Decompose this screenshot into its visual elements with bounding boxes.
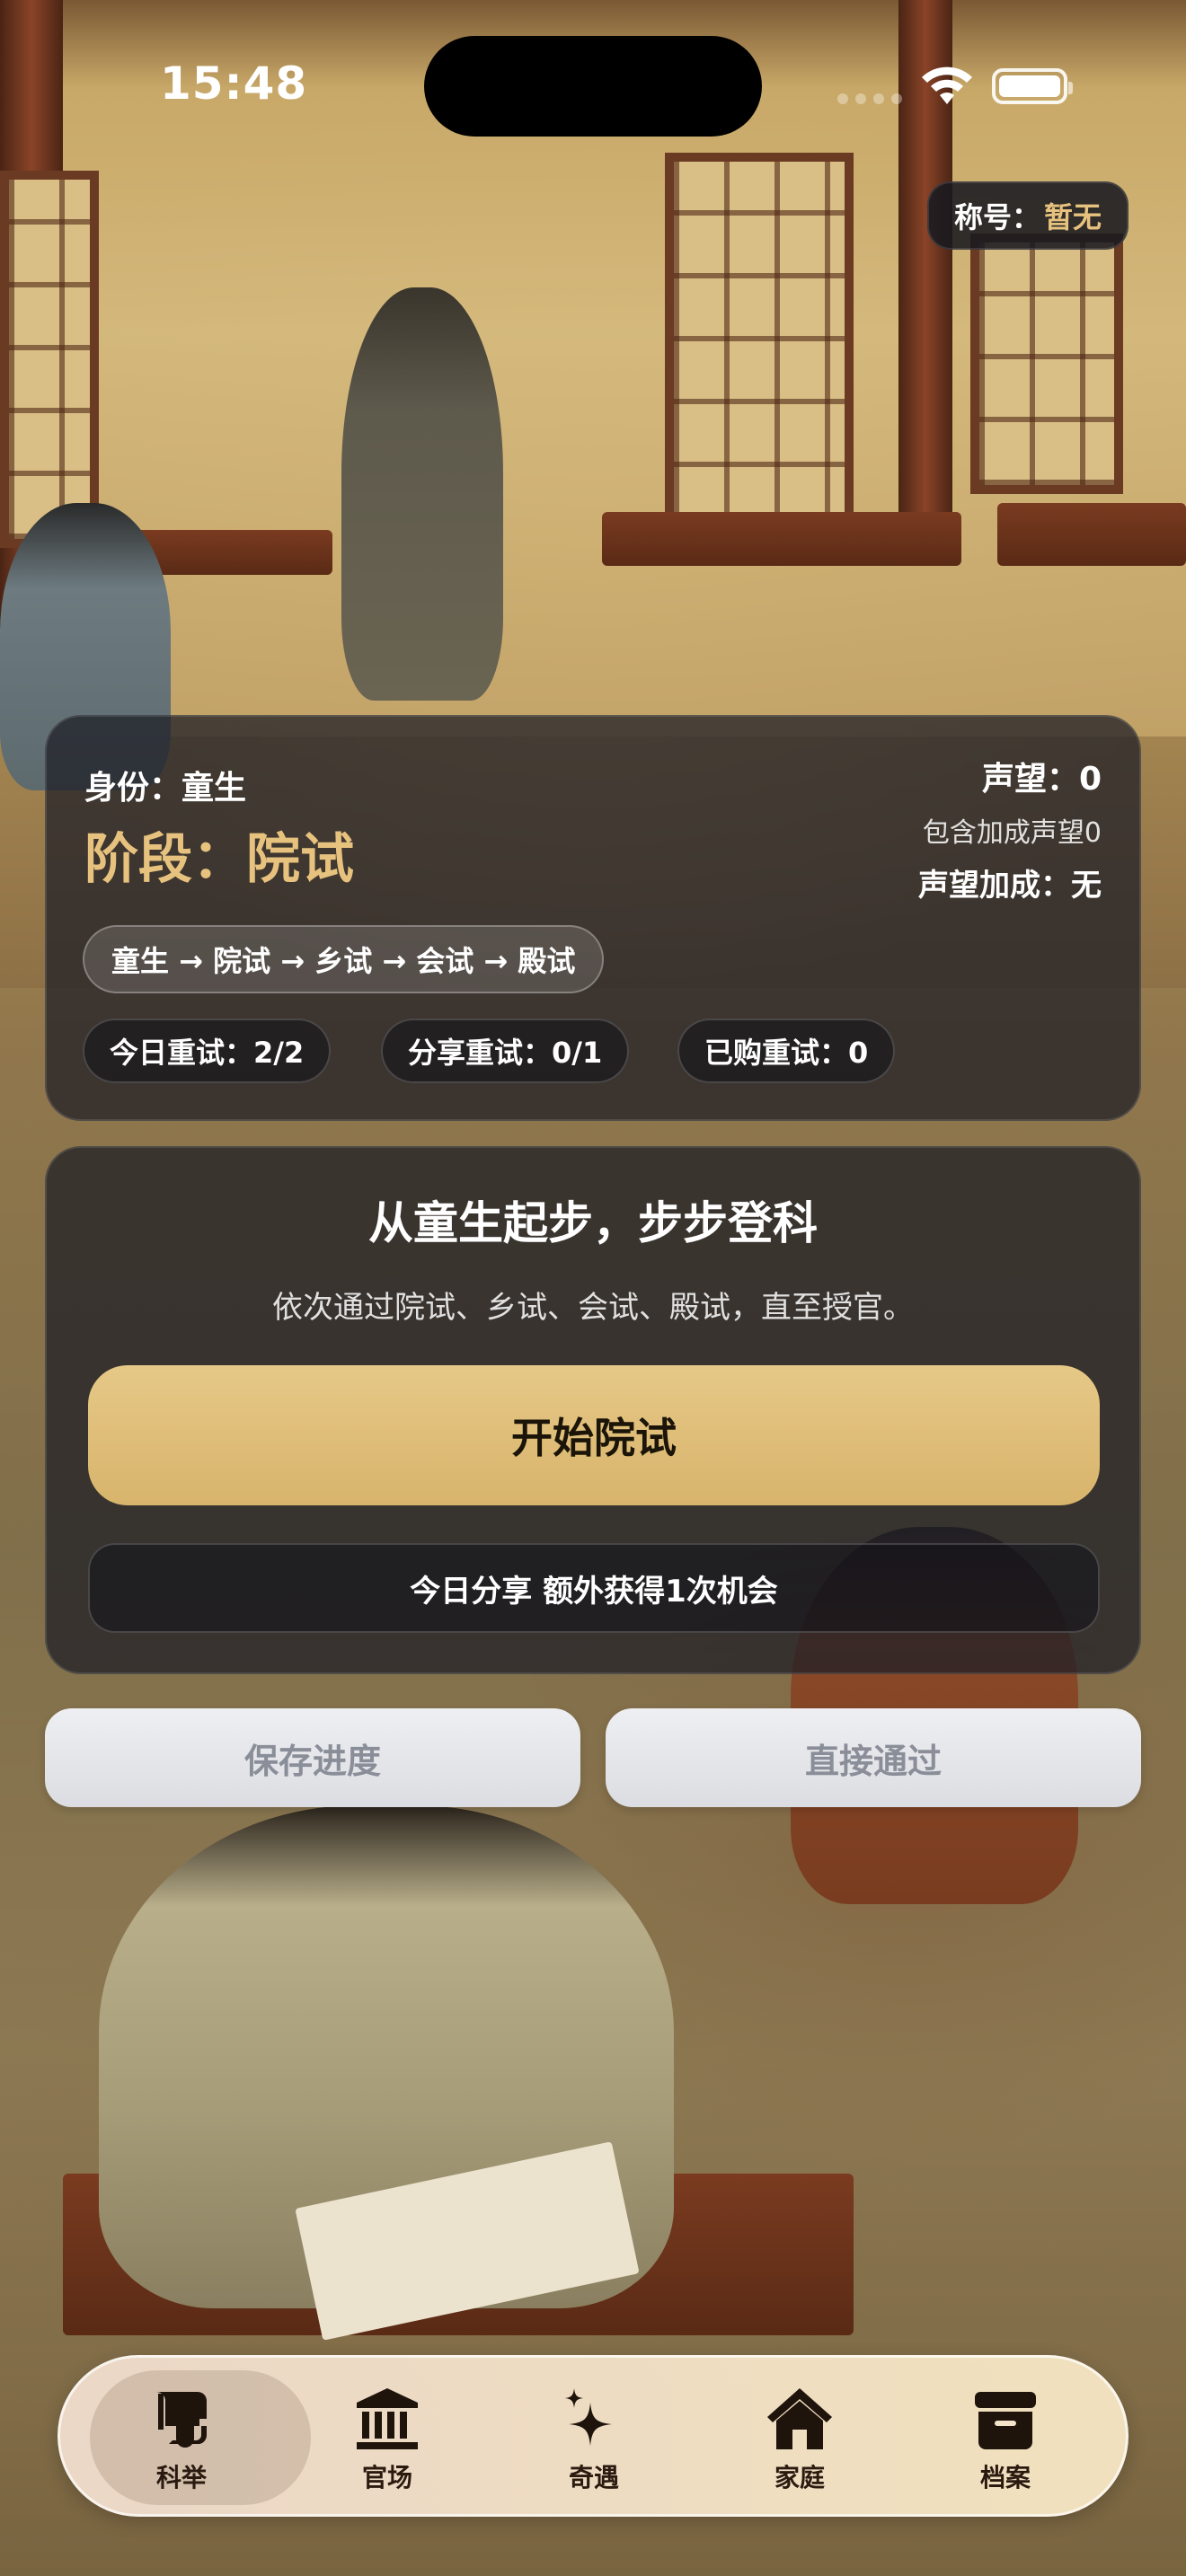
retry-today-chip: 今日重试：2/2 xyxy=(83,1019,332,1083)
home-icon xyxy=(767,2388,832,2449)
background-desk xyxy=(997,503,1186,566)
background-window xyxy=(665,153,854,539)
tab-dangan[interactable]: 档案 xyxy=(907,2358,1104,2519)
background-figure xyxy=(341,287,503,701)
tab-label: 家庭 xyxy=(774,2463,825,2492)
direct-pass-button[interactable]: 直接通过 xyxy=(606,1708,1141,1807)
identity-text: 身份：童生 xyxy=(84,770,247,807)
tab-bar: 科举 官场 奇遇 家庭 档案 xyxy=(58,2355,1128,2517)
scroll-icon xyxy=(156,2392,208,2448)
share-extra-chance-button[interactable]: 今日分享 额外获得1次机会 xyxy=(88,1543,1100,1633)
exam-path-pill: 童生 → 院试 → 乡试 → 会试 → 殿试 xyxy=(83,925,605,993)
status-time: 15:48 xyxy=(160,57,308,110)
tab-label: 科举 xyxy=(155,2463,207,2492)
signal-dots-icon xyxy=(837,93,902,104)
stage-title: 阶段：院试 xyxy=(84,828,354,891)
reputation-text: 声望：0 xyxy=(981,761,1102,798)
reputation-included-text: 包含加成声望0 xyxy=(922,817,1102,849)
tab-jiating[interactable]: 家庭 xyxy=(701,2358,898,2519)
tab-keju[interactable]: 科举 xyxy=(83,2358,311,2519)
background-desk xyxy=(602,512,961,566)
save-progress-button[interactable]: 保存进度 xyxy=(45,1708,580,1807)
tab-qiyu[interactable]: 奇遇 xyxy=(495,2358,693,2519)
tab-label: 奇遇 xyxy=(568,2463,619,2492)
retry-purchased-chip: 已购重试：0 xyxy=(677,1019,896,1083)
background-window xyxy=(970,234,1123,494)
tab-guanchang[interactable]: 官场 xyxy=(288,2358,486,2519)
status-bar: 15:48 xyxy=(0,0,1186,171)
battery-icon xyxy=(992,68,1073,104)
status-card: 身份：童生 阶段：院试 声望：0 包含加成声望0 声望加成：无 童生 → 院试 … xyxy=(45,715,1141,1121)
exam-title: 从童生起步，步步登科 xyxy=(368,1197,818,1249)
background-window xyxy=(0,171,99,548)
title-badge-value: 暂无 xyxy=(1044,200,1102,234)
wifi-icon xyxy=(922,66,972,104)
exam-card: 从童生起步，步步登科 依次通过院试、乡试、会试、殿试，直至授官。 开始院试 今日… xyxy=(45,1146,1141,1674)
reputation-bonus-text: 声望加成：无 xyxy=(918,868,1102,904)
archive-box-icon xyxy=(975,2392,1036,2449)
exam-subtitle: 依次通过院试、乡试、会试、殿试，直至授官。 xyxy=(272,1290,914,1326)
title-badge-label: 称号： xyxy=(954,200,1041,234)
tab-label: 官场 xyxy=(361,2463,412,2492)
title-badge[interactable]: 称号： 暂无 xyxy=(927,181,1129,250)
dynamic-island xyxy=(424,36,762,137)
start-exam-button[interactable]: 开始院试 xyxy=(88,1365,1100,1505)
tab-label: 档案 xyxy=(979,2463,1031,2492)
sparkles-icon xyxy=(565,2388,612,2446)
government-building-icon xyxy=(357,2388,418,2449)
retry-share-chip: 分享重试：0/1 xyxy=(381,1019,630,1083)
